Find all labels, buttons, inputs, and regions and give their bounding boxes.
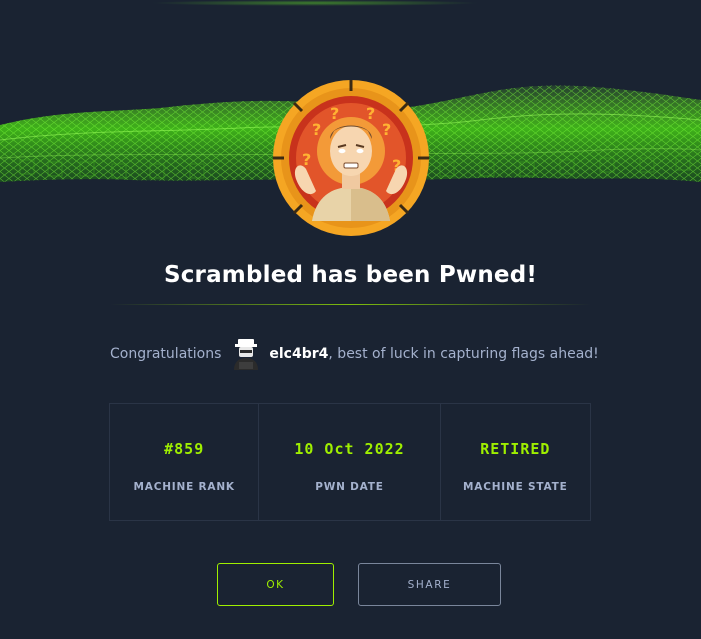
stat-pwn-date: 10 Oct 2022 PWN DATE [258,404,439,520]
machine-rank-label: MACHINE RANK [133,481,235,493]
username-link[interactable]: elc4br4 [269,346,328,362]
stat-machine-state: RETIRED MACHINE STATE [439,404,590,520]
svg-text:?: ? [312,120,321,139]
ok-button[interactable]: OK [217,563,334,606]
congratulations-message: Congratulations elc4br4 , best of luck i… [110,336,599,372]
page-title: Scrambled has been Pwned! [163,262,538,288]
share-button[interactable]: SHARE [358,563,501,606]
machine-avatar-icon: ?? ?? ?? [273,80,429,236]
congratulations-text: , best of luck in capturing flags ahead! [328,346,599,362]
congratulations-label: Congratulations [110,346,222,362]
machine-state-value: RETIRED [480,440,551,458]
svg-text:?: ? [330,104,339,123]
stat-machine-rank: #859 MACHINE RANK [110,404,258,520]
machine-rank-value: #859 [164,440,205,458]
pwned-modal: ?? ?? ?? Scrambled has been Pwned! Congr… [0,0,701,639]
top-glow-decoration [150,0,480,6]
title-divider [110,304,591,305]
pwn-date-label: PWN DATE [315,481,384,493]
pwn-date-value: 10 Oct 2022 [294,440,405,458]
svg-text:?: ? [366,104,375,123]
svg-text:?: ? [302,150,311,169]
user-avatar-icon [234,339,259,370]
machine-state-label: MACHINE STATE [463,481,568,493]
stats-panel: #859 MACHINE RANK 10 Oct 2022 PWN DATE R… [109,403,591,521]
svg-text:?: ? [382,120,391,139]
